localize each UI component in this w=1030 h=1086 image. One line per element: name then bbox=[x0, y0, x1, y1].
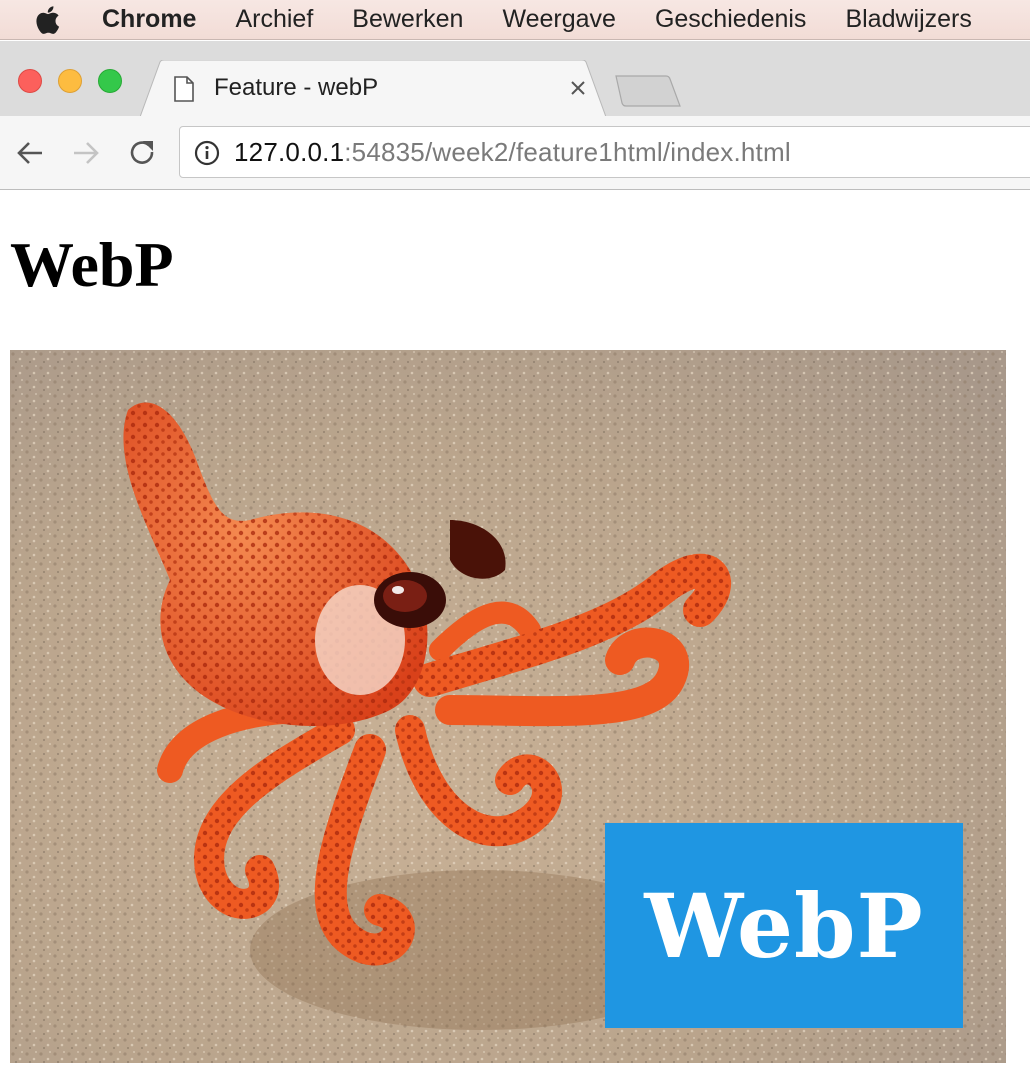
page-heading: WebP bbox=[10, 229, 174, 300]
page-content: WebP WebP bbox=[0, 191, 1030, 1086]
apple-menu-icon[interactable] bbox=[34, 5, 64, 35]
url-text: 127.0.0.1:54835/week2/feature1html/index… bbox=[234, 137, 791, 168]
tab-close-icon[interactable] bbox=[568, 78, 588, 98]
tab-active[interactable]: Feature - webP bbox=[140, 60, 606, 117]
window-zoom-button[interactable] bbox=[98, 69, 122, 93]
new-tab-button[interactable] bbox=[612, 74, 684, 113]
window-close-button[interactable] bbox=[18, 69, 42, 93]
menu-bewerken[interactable]: Bewerken bbox=[352, 5, 463, 34]
tab-strip: Feature - webP bbox=[0, 41, 1030, 117]
browser-toolbar: 127.0.0.1:54835/week2/feature1html/index… bbox=[0, 116, 1030, 190]
reload-icon[interactable] bbox=[126, 137, 158, 169]
menu-archief[interactable]: Archief bbox=[235, 5, 313, 34]
menu-geschiedenis[interactable]: Geschiedenis bbox=[655, 5, 806, 34]
tab-title: Feature - webP bbox=[214, 74, 379, 101]
url-path: :54835/week2/feature1html/index.html bbox=[344, 137, 791, 167]
forward-arrow-icon[interactable] bbox=[70, 137, 102, 169]
webp-logo-text: WebP bbox=[644, 873, 924, 978]
file-icon bbox=[174, 76, 194, 107]
menu-weergave[interactable]: Weergave bbox=[502, 5, 616, 34]
macos-menu-bar: Chrome Archief Bewerken Weergave Geschie… bbox=[0, 0, 1030, 40]
site-info-icon[interactable] bbox=[194, 140, 220, 171]
address-bar[interactable]: 127.0.0.1:54835/week2/feature1html/index… bbox=[179, 126, 1030, 178]
window-minimize-button[interactable] bbox=[58, 69, 82, 93]
url-host: 127.0.0.1 bbox=[234, 137, 345, 167]
back-arrow-icon[interactable] bbox=[14, 137, 46, 169]
webp-logo: WebP bbox=[605, 823, 963, 1028]
menu-app-chrome[interactable]: Chrome bbox=[102, 5, 196, 34]
octopus-webp-image: WebP bbox=[10, 350, 1006, 1063]
menu-bladwijzers[interactable]: Bladwijzers bbox=[845, 5, 971, 34]
